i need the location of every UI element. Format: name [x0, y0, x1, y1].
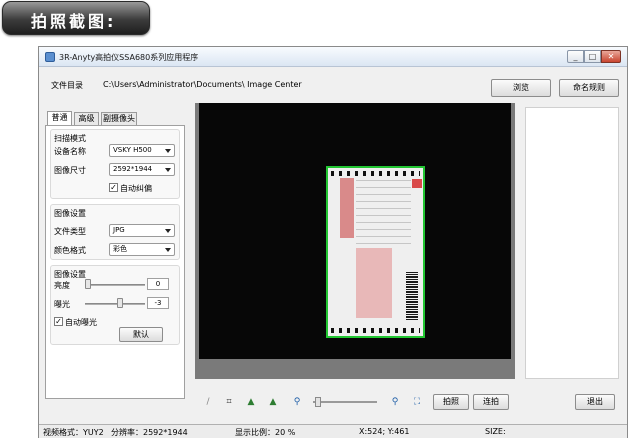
banner-title: 拍照截图:	[31, 12, 117, 31]
naming-rule-button[interactable]: 命名规则	[559, 79, 619, 97]
status-display-ratio: 显示比例：20 %	[235, 428, 296, 437]
window-title: 3R-Anyty高拍仪SSA680系列应用程序	[59, 53, 199, 62]
rotate-left-icon[interactable]: ▲	[245, 396, 257, 408]
adjustment-title: 图像设置	[54, 270, 86, 279]
chevron-down-icon	[165, 168, 171, 172]
tab-secondary-camera[interactable]: 副摄像头	[101, 112, 137, 125]
brightness-slider[interactable]	[85, 279, 91, 289]
zoom-in-icon[interactable]: ⚲	[389, 396, 401, 408]
exposure-label: 曝光	[54, 300, 70, 309]
zoom-slider-track	[313, 401, 377, 403]
default-button[interactable]: 默认	[119, 327, 163, 342]
dir-label: 文件目录	[51, 81, 83, 90]
tab-advanced[interactable]: 高级	[74, 112, 99, 125]
auto-correct-label: 自动纠偏	[120, 184, 152, 193]
camera-view	[199, 103, 511, 359]
exposure-slider[interactable]	[117, 298, 123, 308]
maximize-button[interactable]: □	[584, 50, 601, 63]
exposure-value[interactable]: -3	[147, 297, 169, 309]
rotate-right-icon[interactable]: ▲	[267, 396, 279, 408]
color-format-label: 颜色格式	[54, 246, 86, 255]
app-window: 3R-Anyty高拍仪SSA680系列应用程序 _ □ ✕ 文件目录 C:\Us…	[38, 46, 628, 438]
title-bar: 3R-Anyty高拍仪SSA680系列应用程序 _ □ ✕	[39, 47, 627, 67]
status-size: SIZE:	[485, 427, 506, 436]
thumbnail-panel[interactable]	[525, 107, 619, 379]
chevron-down-icon	[165, 248, 171, 252]
brightness-value[interactable]: 0	[147, 278, 169, 290]
brightness-label: 亮度	[54, 281, 70, 290]
zoom-slider[interactable]	[315, 397, 321, 407]
auto-exposure-label: 自动曝光	[65, 318, 97, 327]
image-size-label: 图像尺寸	[54, 166, 86, 175]
image-size-select[interactable]: 2592*1944	[109, 163, 175, 176]
app-icon	[45, 52, 55, 62]
capture-button[interactable]: 拍照	[433, 394, 469, 410]
document-stamp	[412, 179, 422, 188]
color-format-select-value: 彩色	[113, 245, 127, 253]
image-settings-title: 图像设置	[54, 209, 86, 218]
auto-exposure-checkbox[interactable]: ✓	[54, 317, 63, 326]
file-type-label: 文件类型	[54, 227, 86, 236]
scan-mode-title: 扫描模式	[54, 134, 86, 143]
document-barcode	[406, 272, 418, 320]
detected-document	[326, 166, 425, 338]
dir-path: C:\Users\Administrator\Documents\ Image …	[103, 80, 302, 89]
camera-preview[interactable]	[195, 103, 515, 379]
file-type-select-value: JPG	[113, 226, 125, 234]
device-select[interactable]: VSKY H500	[109, 144, 175, 157]
auto-correct-checkbox[interactable]: ✓	[109, 183, 118, 192]
tab-normal[interactable]: 普通	[47, 111, 72, 125]
exposure-slider-track	[85, 303, 145, 305]
color-format-select[interactable]: 彩色	[109, 243, 175, 256]
image-settings-group: 图像设置 文件类型 JPG 颜色格式 彩色	[50, 204, 180, 260]
crop-icon[interactable]: ⌗	[223, 396, 235, 408]
document-perforation-bottom	[331, 328, 420, 333]
device-select-value: VSKY H500	[113, 146, 152, 154]
document-perforation-top	[331, 171, 420, 176]
rotate-icon[interactable]: /	[202, 396, 214, 408]
chevron-down-icon	[165, 149, 171, 153]
section-banner: 拍照截图:	[2, 1, 150, 35]
status-resolution: 分辨率：2592*1944	[111, 428, 188, 437]
status-bar: 视频格式：YUY2 分辨率：2592*1944 显示比例：20 % X:524;…	[39, 424, 627, 438]
file-type-select[interactable]: JPG	[109, 224, 175, 237]
device-name-label: 设备名称	[54, 147, 86, 156]
status-coordinates: X:524; Y:461	[359, 427, 410, 436]
document-red-strip	[340, 178, 354, 238]
image-size-select-value: 2592*1944	[113, 165, 153, 173]
fit-icon[interactable]: ⛶	[411, 396, 423, 408]
browse-button[interactable]: 浏览	[491, 79, 551, 97]
settings-panel: 扫描模式 设备名称 VSKY H500 图像尺寸 2592*1944 ✓ 自动纠…	[45, 125, 185, 399]
minimize-button[interactable]: _	[567, 50, 584, 63]
brightness-slider-track	[85, 284, 145, 286]
document-pink-section	[356, 248, 392, 318]
burst-button[interactable]: 连拍	[473, 394, 509, 410]
status-video-format: 视频格式：YUY2	[43, 428, 104, 437]
exit-button[interactable]: 退出	[575, 394, 615, 410]
chevron-down-icon	[165, 229, 171, 233]
adjustment-group: 图像设置 亮度 0 曝光 -3 ✓ 自动曝光 默认	[50, 265, 180, 345]
document-text-lines	[356, 180, 411, 244]
scan-mode-group: 扫描模式 设备名称 VSKY H500 图像尺寸 2592*1944 ✓ 自动纠…	[50, 129, 180, 199]
zoom-out-icon[interactable]: ⚲	[291, 396, 303, 408]
close-button[interactable]: ✕	[601, 50, 621, 63]
